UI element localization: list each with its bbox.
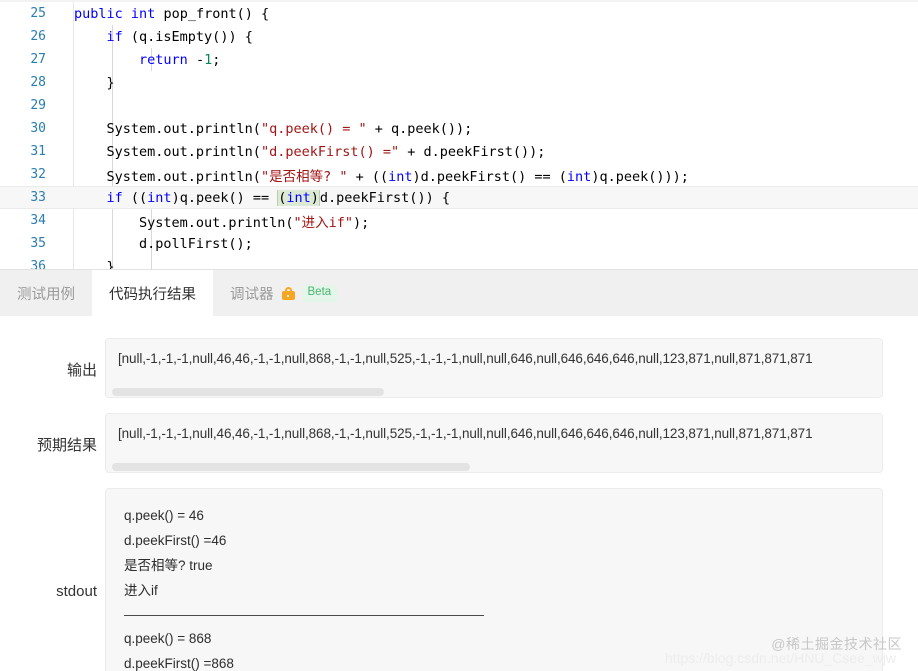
expected-row: 预期结果 [null,-1,-1,-1,null,46,46,-1,-1,nul… (0, 413, 883, 473)
stdout-line: d.peekFirst() =46 (124, 533, 227, 548)
code-lines[interactable]: 25 public int pop_front() { 26 if (q.isE… (0, 2, 918, 269)
code-line[interactable]: 27 return -1; (0, 48, 918, 71)
output-row: 输出 [null,-1,-1,-1,null,46,46,-1,-1,null,… (0, 338, 883, 398)
code-line[interactable]: 34 System.out.println("进入if"); (0, 209, 918, 232)
expected-value-box[interactable]: [null,-1,-1,-1,null,46,46,-1,-1,null,868… (105, 413, 883, 473)
line-number: 29 (30, 98, 46, 113)
expected-label: 预期结果 (36, 437, 97, 454)
line-number: 25 (30, 6, 46, 21)
stdout-line: 进入if (124, 583, 158, 598)
line-number: 26 (30, 29, 46, 44)
line-number: 32 (30, 167, 46, 182)
stdout-divider (124, 615, 484, 616)
code-line[interactable]: 29 (0, 94, 918, 117)
stdout-row: stdout q.peek() = 46 d.peekFirst() =46 是… (0, 488, 883, 671)
code-execution-result-page: 25 public int pop_front() { 26 if (q.isE… (0, 0, 918, 671)
line-number: 30 (30, 121, 46, 136)
stdout-group-second: q.peek() = 868 d.peekFirst() =868 是否相等? … (106, 626, 882, 671)
line-number: 27 (30, 52, 46, 67)
stdout-group-first: q.peek() = 46 d.peekFirst() =46 是否相等? tr… (106, 489, 882, 603)
code-line[interactable]: 32 System.out.println("是否相等? " + ((int)d… (0, 163, 918, 186)
stdout-line: q.peek() = 46 (124, 508, 204, 523)
code-line-text: System.out.println("进入if"); (74, 214, 370, 231)
code-line-text: if ((int)q.peek() == (int)d.peekFirst())… (106, 189, 450, 206)
line-number: 35 (30, 236, 46, 251)
code-line-text: return -1; (139, 51, 221, 68)
code-line-text: public int pop_front() { (74, 5, 270, 22)
expected-value: [null,-1,-1,-1,null,46,46,-1,-1,null,868… (118, 426, 813, 441)
tab-test-cases[interactable]: 测试用例 (0, 270, 92, 317)
code-line[interactable]: 26 if (q.isEmpty()) { (0, 25, 918, 48)
code-line-text: System.out.println("q.peek() = " + q.pee… (74, 120, 473, 137)
tab-label: 代码执行结果 (109, 287, 196, 303)
tab-label: 测试用例 (17, 287, 75, 303)
line-number: 34 (30, 213, 46, 228)
output-value: [null,-1,-1,-1,null,46,46,-1,-1,null,868… (118, 351, 813, 366)
code-line-text: System.out.println("是否相等? " + ((int)d.pe… (74, 168, 689, 185)
code-line-active[interactable]: 33 if ((int)q.peek() == (int)d.peekFirst… (0, 186, 918, 209)
scrollbar-thumb[interactable] (112, 388, 384, 396)
tab-list: 测试用例 代码执行结果 调试器 Beta (0, 270, 918, 317)
line-number: 28 (30, 75, 46, 90)
output-hscrollbar[interactable] (106, 388, 882, 397)
line-number: 31 (30, 144, 46, 159)
stdout-line: q.peek() = 868 (124, 631, 212, 646)
stdout-value-box[interactable]: q.peek() = 46 d.peekFirst() =46 是否相等? tr… (105, 488, 883, 671)
beta-badge: Beta (301, 285, 338, 302)
code-line[interactable]: 31 System.out.println("d.peekFirst() =" … (0, 140, 918, 163)
output-value-box[interactable]: [null,-1,-1,-1,null,46,46,-1,-1,null,868… (105, 338, 883, 398)
code-editor[interactable]: 25 public int pop_front() { 26 if (q.isE… (0, 0, 918, 269)
expected-hscrollbar[interactable] (106, 463, 882, 472)
line-number: 36 (30, 259, 46, 269)
result-tab-bar: 测试用例 代码执行结果 调试器 Beta (0, 269, 918, 317)
result-panel: 输出 [null,-1,-1,-1,null,46,46,-1,-1,null,… (0, 316, 918, 671)
output-label: 输出 (66, 362, 97, 379)
scrollbar-thumb[interactable] (112, 463, 470, 471)
tab-debugger[interactable]: 调试器 Beta (213, 270, 354, 317)
code-line[interactable]: 28 } (0, 71, 918, 94)
code-line-text: } (74, 74, 115, 91)
stdout-label: stdout (56, 583, 97, 600)
lock-icon (281, 287, 295, 300)
code-line[interactable]: 25 public int pop_front() { (0, 2, 918, 25)
stdout-line: 是否相等? true (124, 558, 213, 573)
code-line[interactable]: 36 } (0, 255, 918, 270)
code-line-text: d.pollFirst(); (74, 235, 253, 252)
stdout-line: d.peekFirst() =868 (124, 656, 234, 671)
line-number: 33 (30, 190, 46, 205)
code-line-text: System.out.println("d.peekFirst() =" + d… (74, 143, 546, 160)
code-line[interactable]: 30 System.out.println("q.peek() = " + q.… (0, 117, 918, 140)
tab-execution-result[interactable]: 代码执行结果 (92, 270, 213, 317)
tab-label: 调试器 (230, 287, 274, 303)
code-line-text: } (74, 258, 115, 270)
code-line-text: if (q.isEmpty()) { (106, 28, 253, 45)
code-line[interactable]: 35 d.pollFirst(); (0, 232, 918, 255)
